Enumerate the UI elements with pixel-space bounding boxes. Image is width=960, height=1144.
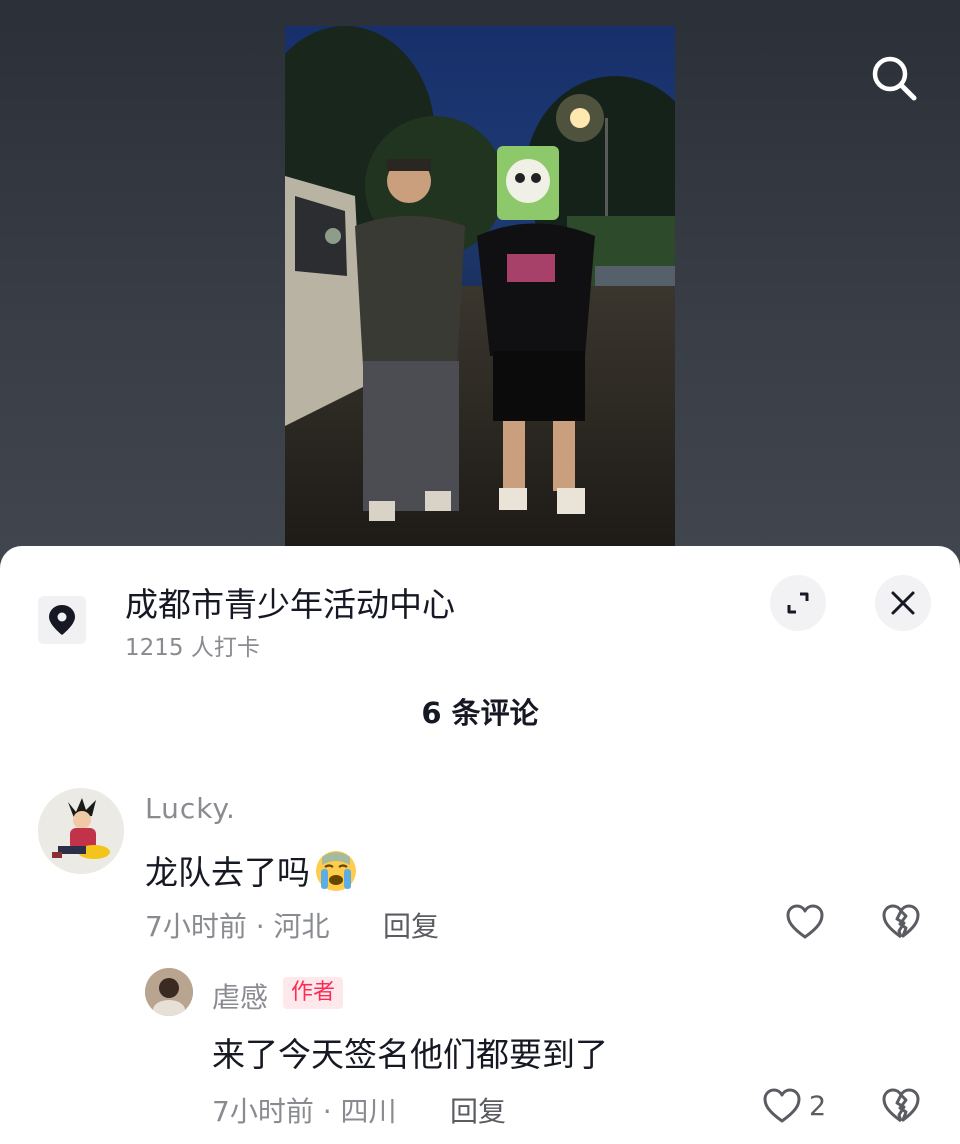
- dislike-button[interactable]: [882, 904, 920, 940]
- expand-icon: [787, 592, 809, 614]
- avatar[interactable]: [145, 968, 193, 1016]
- comment-text-content: 龙队去了吗: [145, 853, 310, 892]
- reply-username[interactable]: 虐感: [212, 976, 268, 1016]
- expand-button[interactable]: [770, 575, 826, 631]
- like-button[interactable]: [786, 904, 824, 940]
- avatar[interactable]: [38, 788, 124, 874]
- comment-time-location: 7小时前 · 河北: [145, 910, 330, 943]
- search-button[interactable]: [862, 46, 926, 110]
- location-checkin-count: 1215 人打卡: [125, 635, 260, 661]
- post-photo[interactable]: [285, 26, 675, 556]
- heart-icon: [786, 904, 824, 939]
- search-icon: [872, 56, 917, 101]
- broken-heart-icon: [882, 904, 920, 939]
- location-pin-icon: [49, 605, 75, 635]
- broken-heart-icon: [882, 1088, 920, 1123]
- reply-button[interactable]: 回复: [450, 1090, 506, 1130]
- location-name[interactable]: 成都市青少年活动中心: [125, 578, 455, 626]
- like-button[interactable]: 2: [763, 1088, 826, 1124]
- comment-text: 龙队去了吗: [145, 846, 358, 901]
- loudly-crying-face-icon: [314, 849, 358, 901]
- heart-icon: [763, 1088, 801, 1123]
- like-count: 2: [809, 1090, 827, 1122]
- avatar-image: [145, 968, 193, 1016]
- close-button[interactable]: [875, 575, 931, 631]
- comment-username[interactable]: Lucky.: [145, 792, 236, 825]
- reply-time-location: 7小时前 · 四川: [212, 1095, 397, 1128]
- close-icon: [891, 591, 915, 615]
- photo-image: [285, 26, 675, 556]
- dislike-button[interactable]: [882, 1088, 920, 1124]
- reply-text: 来了今天签名他们都要到了: [212, 1035, 608, 1074]
- author-badge: 作者: [283, 977, 344, 1009]
- comments-count-title: 6 条评论: [421, 696, 539, 730]
- reply-button[interactable]: 回复: [383, 905, 439, 945]
- location-icon-box: [38, 596, 86, 644]
- avatar-image: [38, 788, 124, 874]
